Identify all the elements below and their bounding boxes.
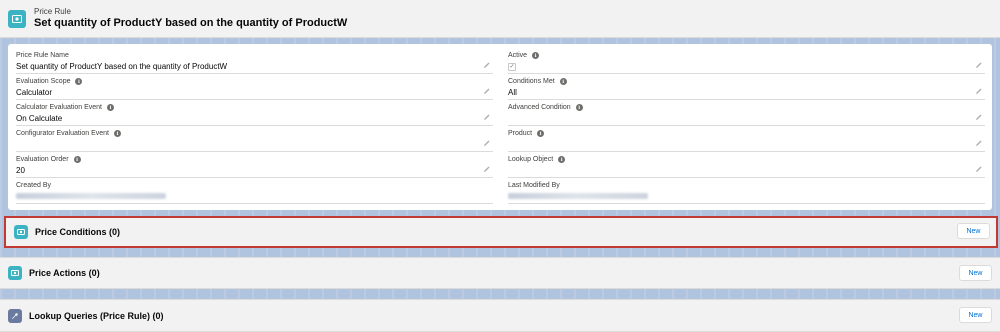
pencil-icon[interactable]	[483, 165, 491, 173]
field-active: Active i ✓	[508, 49, 985, 74]
field-configurator-evaluation-event: Configurator Evaluation Event i	[16, 127, 493, 152]
field-label: Price Rule Name	[16, 52, 69, 59]
info-icon[interactable]: i	[107, 104, 114, 111]
price-rule-icon	[8, 9, 26, 28]
price-tag-icon	[8, 266, 22, 280]
pencil-icon[interactable]	[483, 113, 491, 121]
field-value: All	[508, 88, 517, 97]
related-list-lookup-queries: Lookup Queries (Price Rule) (0) New	[0, 299, 1000, 332]
info-icon[interactable]: i	[75, 78, 83, 85]
wrench-icon	[8, 308, 22, 323]
field-label: Last Modified By	[508, 182, 560, 189]
related-list-title[interactable]: Price Conditions (0)	[35, 227, 120, 237]
price-tag-icon	[14, 225, 28, 239]
field-label: Evaluation Scope i	[16, 78, 83, 85]
field-evaluation-order: Evaluation Order i 20	[16, 153, 493, 178]
field-value: Calculator	[16, 88, 53, 97]
active-checkbox[interactable]: ✓	[508, 63, 516, 71]
field-label: Conditions Met i	[508, 78, 567, 85]
info-icon[interactable]: i	[575, 104, 583, 111]
field-price-rule-name: Price Rule Name Set quantity of ProductY…	[16, 49, 493, 74]
field-calculator-evaluation-event: Calculator Evaluation Event i On Calculat…	[16, 101, 493, 126]
field-label: Advanced Condition i	[508, 104, 583, 111]
info-icon[interactable]: i	[73, 156, 81, 163]
info-icon[interactable]: i	[558, 156, 566, 163]
field-product: Product i	[508, 127, 985, 152]
field-label: Lookup Object i	[508, 156, 566, 163]
pencil-icon[interactable]	[975, 61, 983, 69]
info-icon[interactable]: i	[114, 130, 121, 137]
field-evaluation-scope: Evaluation Scope i Calculator	[16, 75, 493, 100]
pencil-icon[interactable]	[483, 61, 491, 69]
field-value: On Calculate	[16, 114, 63, 123]
pencil-icon[interactable]	[975, 113, 983, 121]
redacted-value	[16, 193, 166, 199]
field-label: Active i	[508, 52, 540, 59]
pencil-icon[interactable]	[975, 87, 983, 95]
pencil-icon[interactable]	[975, 165, 983, 173]
field-last-modified-by: Last Modified By	[508, 179, 985, 204]
record-title: Set quantity of ProductY based on the qu…	[34, 17, 348, 29]
field-label: Configurator Evaluation Event i	[16, 130, 121, 137]
related-list-price-actions: Price Actions (0) New	[0, 257, 1000, 289]
record-details-panel: Price Rule Name Set quantity of ProductY…	[8, 44, 992, 210]
info-icon[interactable]: i	[532, 52, 540, 59]
related-list-price-conditions: Price Conditions (0) New	[4, 216, 998, 248]
related-list-title[interactable]: Lookup Queries (Price Rule) (0)	[29, 311, 164, 321]
field-created-by: Created By	[16, 179, 493, 204]
pencil-icon[interactable]	[483, 87, 491, 95]
field-advanced-condition: Advanced Condition i	[508, 101, 985, 126]
field-lookup-object: Lookup Object i	[508, 153, 985, 178]
new-price-condition-button[interactable]: New	[957, 223, 990, 239]
field-value: Set quantity of ProductY based on the qu…	[16, 62, 228, 71]
field-label: Calculator Evaluation Event i	[16, 104, 114, 111]
field-label: Evaluation Order i	[16, 156, 81, 163]
record-header: Price Rule Set quantity of ProductY base…	[0, 0, 1000, 38]
object-label: Price Rule	[34, 7, 71, 16]
pencil-icon[interactable]	[483, 139, 491, 147]
redacted-value	[508, 193, 648, 199]
related-list-title[interactable]: Price Actions (0)	[29, 268, 100, 278]
field-label: Created By	[16, 182, 52, 189]
new-lookup-query-button[interactable]: New	[959, 307, 992, 323]
info-icon[interactable]: i	[537, 130, 545, 137]
info-icon[interactable]: i	[559, 78, 567, 85]
field-value: 20	[16, 166, 25, 175]
field-label: Product i	[508, 130, 545, 137]
field-conditions-met: Conditions Met i All	[508, 75, 985, 100]
new-price-action-button[interactable]: New	[959, 265, 992, 281]
pencil-icon[interactable]	[975, 139, 983, 147]
